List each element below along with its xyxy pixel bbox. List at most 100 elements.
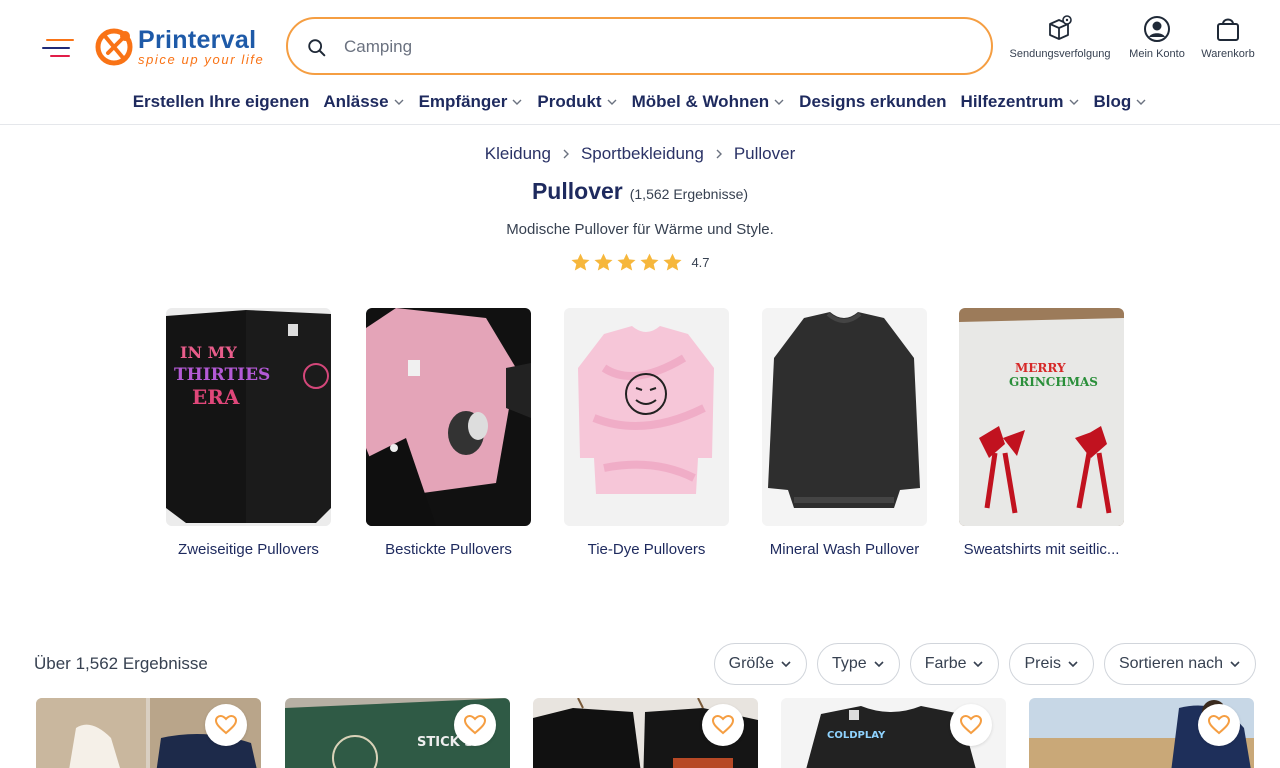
subcategory-label: Sweatshirts mit seitlic... [963,541,1120,558]
cart-button[interactable]: Warenkorb [1196,14,1260,60]
site-header: Printerval spice up your life Sendungsve… [0,0,1280,125]
subcategory-image [762,308,927,526]
star-icon [571,253,590,271]
nav-label: Designs erkunden [799,92,947,111]
nav-item-blog[interactable]: Blog [1087,88,1155,116]
star-icon [594,253,613,271]
nav-item-occasions[interactable]: Anlässe [316,88,411,116]
svg-text:GRINCHMAS: GRINCHMAS [1009,375,1098,389]
filter-label: Sortieren nach [1118,655,1223,672]
chevron-down-icon [394,99,404,105]
star-icon [640,253,659,271]
nav-label: Möbel & Wohnen [631,92,770,111]
filter-label: Type [832,655,867,672]
product-card[interactable]: SPRITZ [36,698,261,768]
nav-label: Anlässe [323,92,389,111]
nav-label: Erstellen Ihre eigenen [132,92,310,111]
category-description: Modische Pullover für Wärme und Style. [506,221,774,238]
svg-text:ERA: ERA [192,385,240,409]
chevron-right-icon [563,149,569,159]
search-bar [286,17,993,75]
heart-icon [214,714,238,735]
category-rating: 4.7 [0,252,1280,273]
account-label: Mein Konto [1129,48,1185,60]
search-icon[interactable] [306,37,328,59]
nav-label: Blog [1093,92,1132,111]
rating-value: 4.7 [691,255,710,270]
results-count-label: Über 1,562 Ergebnisse [34,654,208,673]
breadcrumb-item-clothing[interactable]: Kleidung [485,144,551,164]
site-logo[interactable]: Printerval spice up your life [94,24,264,70]
nav-item-recipients[interactable]: Empfänger [412,88,531,116]
subcategory-card[interactable]: IN MY THIRTIES ERA Zweiseitige Pullovers [166,308,331,558]
filter-label: Größe [728,655,774,672]
nav-label: Empfänger [418,92,508,111]
heart-icon [1207,714,1231,735]
subcategory-card[interactable]: Mineral Wash Pullover [762,308,927,558]
product-card[interactable]: STICK S [285,698,510,768]
star-icon [663,253,682,271]
filter-color[interactable]: Farbe [909,643,1000,685]
subcategory-image [564,308,729,526]
tracking-label: Sendungsverfolgung [1009,48,1111,60]
package-tracking-icon [1049,15,1072,40]
shopping-bag-icon [1217,18,1239,41]
breadcrumb-item-sportswear[interactable]: Sportbekleidung [581,144,704,164]
chevron-down-icon [1230,661,1240,668]
printerval-logo-icon [95,28,133,66]
subcategory-image: MERRY GRINCHMAS [959,308,1124,526]
subcategory-image [366,308,531,526]
subcategory-card[interactable]: MERRY GRINCHMAS Sweatshirts mit seitlic.… [959,308,1124,558]
favorite-button[interactable] [702,704,744,746]
tracking-button[interactable]: Sendungsverfolgung [1004,14,1116,60]
filter-price[interactable]: Preis [1009,643,1094,685]
favorite-button[interactable] [1198,704,1240,746]
chevron-down-icon [973,661,984,668]
nav-item-designs[interactable]: Designs erkunden [792,88,953,116]
nav-item-create[interactable]: Erstellen Ihre eigenen [126,88,317,116]
product-card[interactable] [533,698,758,768]
nav-item-help[interactable]: Hilfezentrum [954,88,1087,116]
product-card[interactable]: COLDPLAY [781,698,1006,768]
subcategory-label: Zweiseitige Pullovers [178,541,319,558]
nav-item-product[interactable]: Produkt [530,88,624,116]
product-card[interactable] [1029,698,1254,768]
filter-type[interactable]: Type [817,643,900,685]
cart-label: Warenkorb [1201,48,1255,60]
svg-text:IN MY: IN MY [180,343,237,362]
chevron-down-icon [512,99,522,105]
logo-tagline: spice up your life [138,52,265,67]
filter-size[interactable]: Größe [713,643,807,685]
subcategory-label: Mineral Wash Pullover [769,541,920,558]
sort-dropdown[interactable]: Sortieren nach [1103,643,1256,685]
subcategory-card[interactable]: Bestickte Pullovers [366,308,531,558]
favorite-button[interactable] [950,704,992,746]
hamburger-menu-icon[interactable] [42,34,76,64]
chevron-down-icon [1136,99,1146,105]
breadcrumb-item-pullover[interactable]: Pullover [734,144,795,164]
subcategory-image: IN MY THIRTIES ERA [166,308,331,526]
subcategory-label: Tie-Dye Pullovers [587,541,706,558]
chevron-down-icon [1068,661,1078,668]
chevron-down-icon [781,661,791,668]
heart-icon [711,714,735,735]
subcategory-carousel: IN MY THIRTIES ERA Zweiseitige Pullovers… [166,308,1126,568]
nav-item-furniture[interactable]: Möbel & Wohnen [625,88,793,116]
account-button[interactable]: Mein Konto [1124,14,1190,60]
search-input[interactable] [344,33,944,61]
chevron-down-icon [1069,99,1079,105]
subcategory-label: Bestickte Pullovers [385,541,512,558]
svg-text:COLDPLAY: COLDPLAY [827,730,886,741]
favorite-button[interactable] [454,704,496,746]
nav-label: Produkt [537,92,602,111]
filter-label: Preis [1024,655,1061,672]
main-navigation: Erstellen Ihre eigenen Anlässe Empfänger… [0,88,1280,116]
chevron-down-icon [874,661,884,668]
star-icon [617,253,636,271]
heart-icon [959,714,983,735]
subcategory-card[interactable]: Tie-Dye Pullovers [564,308,729,558]
breadcrumb: Kleidung Sportbekleidung Pullover [0,144,1280,164]
page-title: Pullover [531,178,623,204]
favorite-button[interactable] [205,704,247,746]
filter-bar: Größe Type Farbe Preis Sortieren nach [713,643,1256,685]
